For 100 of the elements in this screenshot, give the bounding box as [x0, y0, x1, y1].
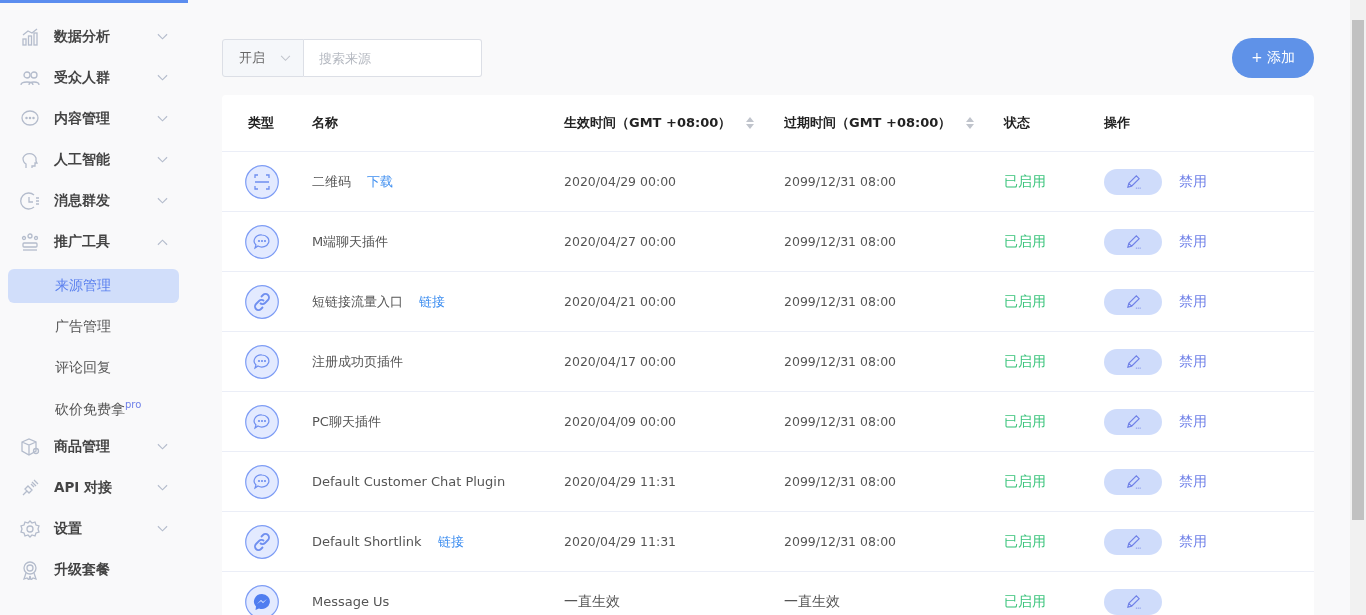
nav-icon	[20, 436, 40, 457]
pencil-icon	[1124, 173, 1142, 190]
download-link[interactable]: 下载	[367, 172, 393, 191]
nav-label: 受众人群	[54, 68, 111, 87]
edit-button[interactable]	[1104, 348, 1162, 375]
end-time: 2099/12/31 08:00	[784, 414, 897, 429]
source-name: M端聊天插件	[312, 232, 389, 251]
nav-item[interactable]: API 对接	[0, 467, 200, 508]
source-name: 二维码	[312, 172, 351, 191]
nav-item[interactable]: 消息群发	[0, 180, 200, 221]
source-name: 短链接流量入口	[312, 292, 403, 311]
end-time: 2099/12/31 08:00	[784, 474, 897, 489]
row-link[interactable]: 链接	[419, 292, 445, 311]
edit-button[interactable]	[1104, 588, 1162, 615]
status-text: 已启用	[1004, 592, 1046, 611]
nav-icon	[20, 559, 40, 580]
edit-button[interactable]	[1104, 228, 1162, 255]
pencil-icon	[1124, 533, 1142, 550]
nav-label: 推广工具	[54, 232, 111, 251]
sort-icon[interactable]	[745, 116, 756, 130]
sort-icon[interactable]	[965, 116, 976, 130]
disable-link[interactable]: 禁用	[1179, 532, 1207, 551]
nav-item[interactable]: 推广工具	[0, 221, 200, 262]
edit-button[interactable]	[1104, 528, 1162, 555]
disable-link[interactable]: 禁用	[1179, 412, 1207, 431]
nav-icon	[20, 518, 40, 539]
disable-link[interactable]: 禁用	[1179, 172, 1207, 191]
disable-link[interactable]: 禁用	[1179, 292, 1207, 311]
nav-label: API 对接	[54, 478, 114, 497]
end-time: 2099/12/31 08:00	[784, 294, 897, 309]
pencil-icon	[1124, 413, 1142, 430]
nav-label: 设置	[54, 519, 83, 538]
end-time: 2099/12/31 08:00	[784, 534, 897, 549]
status-text: 已启用	[1004, 232, 1046, 251]
column-header: 状态	[1004, 114, 1030, 132]
edit-button[interactable]	[1104, 408, 1162, 435]
nav-item[interactable]: 数据分析	[0, 16, 200, 57]
disable-link[interactable]: 禁用	[1179, 472, 1207, 491]
search-field[interactable]: 搜索来源	[304, 39, 482, 77]
start-time: 2020/04/29 11:31	[564, 534, 677, 549]
sub-nav-item[interactable]: 砍价免费拿$^{pro}$	[8, 392, 179, 426]
pencil-icon	[1124, 353, 1142, 370]
status-text: 已启用	[1004, 472, 1046, 491]
end-time: 2099/12/31 08:00	[784, 174, 897, 189]
nav-label: 数据分析	[54, 27, 111, 46]
source-name: Message Us	[312, 594, 390, 609]
column-header: 类型	[248, 114, 274, 132]
status-text: 已启用	[1004, 292, 1046, 311]
status-text: 已启用	[1004, 352, 1046, 371]
nav-item[interactable]: 设置	[0, 508, 200, 549]
end-time: 一直生效	[784, 592, 840, 611]
status-select[interactable]: 开启	[222, 39, 304, 77]
disable-link[interactable]: 禁用	[1179, 352, 1207, 371]
start-time: 2020/04/29 11:31	[564, 474, 677, 489]
nav-item[interactable]: 商品管理	[0, 426, 200, 467]
source-name: Default Shortlink	[312, 534, 422, 549]
source-name: 注册成功页插件	[312, 352, 403, 371]
nav-label: 商品管理	[54, 437, 111, 456]
sub-nav-item[interactable]: 评论回复	[8, 351, 179, 385]
nav-icon	[20, 190, 40, 211]
start-time: 2020/04/17 00:00	[564, 354, 677, 369]
status-text: 已启用	[1004, 532, 1046, 551]
edit-button[interactable]	[1104, 468, 1162, 495]
start-time: 2020/04/21 00:00	[564, 294, 677, 309]
edit-button[interactable]	[1104, 168, 1162, 195]
nav-icon	[20, 26, 40, 47]
pencil-icon	[1124, 593, 1142, 610]
pencil-icon	[1124, 473, 1142, 490]
nav-item[interactable]: 受众人群	[0, 57, 200, 98]
nav-label: 人工智能	[54, 150, 111, 169]
start-time: 2020/04/09 00:00	[564, 414, 677, 429]
nav-label: 内容管理	[54, 109, 111, 128]
status-text: 已启用	[1004, 172, 1046, 191]
edit-button[interactable]	[1104, 288, 1162, 315]
sub-nav-item[interactable]: 广告管理	[8, 310, 179, 344]
column-header: 过期时间（GMT +08:00）	[784, 114, 952, 132]
source-name: Default Customer Chat Plugin	[312, 474, 506, 489]
nav-label: 消息群发	[54, 191, 111, 210]
nav-icon	[20, 477, 40, 498]
nav-label: 升级套餐	[54, 560, 111, 579]
disable-link[interactable]: 禁用	[1179, 232, 1207, 251]
nav-icon	[20, 108, 40, 129]
status-text: 已启用	[1004, 412, 1046, 431]
nav-item[interactable]: 内容管理	[0, 98, 200, 139]
chevron-icon	[280, 54, 291, 62]
start-time: 2020/04/27 00:00	[564, 234, 677, 249]
end-time: 2099/12/31 08:00	[784, 354, 897, 369]
start-time: 2020/04/29 00:00	[564, 174, 677, 189]
nav-item[interactable]: 人工智能	[0, 139, 200, 180]
pencil-icon	[1124, 233, 1142, 250]
column-header: 生效时间（GMT +08:00）	[564, 114, 732, 132]
scrollbar[interactable]	[1350, 0, 1366, 615]
pencil-icon	[1124, 293, 1142, 310]
source-name: PC聊天插件	[312, 412, 381, 431]
end-time: 2099/12/31 08:00	[784, 234, 897, 249]
row-link[interactable]: 链接	[437, 532, 464, 551]
column-header: 名称	[312, 114, 338, 132]
start-time: 一直生效	[564, 592, 620, 611]
nav-item[interactable]: 升级套餐	[0, 549, 200, 590]
column-header: 操作	[1104, 114, 1130, 132]
